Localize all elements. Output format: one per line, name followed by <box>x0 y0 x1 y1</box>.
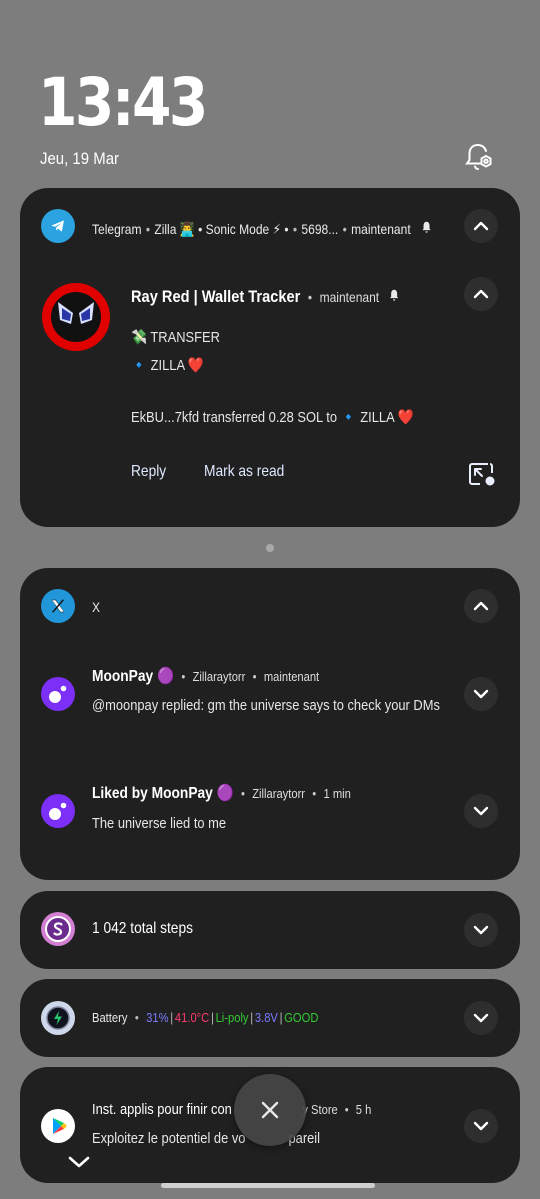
title-start: Inst. applis pour finir con <box>92 1101 232 1118</box>
battery-app-icon <box>41 1001 75 1035</box>
account-name: Zillaraytorr <box>252 786 306 801</box>
chat-extra: 5698... <box>301 221 339 237</box>
body-start: Exploitez le potentiel de vo <box>92 1130 246 1147</box>
clock: 13:43 <box>38 64 208 141</box>
notification-settings-icon[interactable] <box>462 140 496 174</box>
moonpay-icon <box>41 677 75 711</box>
notification-title-text: Liked by MoonPay 🟣 <box>92 785 234 802</box>
collapse-button[interactable] <box>464 209 498 243</box>
expand-button[interactable] <box>464 677 498 711</box>
steps-text: 1 042 total steps <box>92 920 193 937</box>
chat-name: Zilla 👨‍💻 • Sonic Mode ⚡ • <box>154 221 289 237</box>
sender-line: Ray Red | Wallet Tracker • maintenant <box>131 287 400 307</box>
steps-app-icon <box>41 912 75 946</box>
notification-title-text: MoonPay 🟣 <box>92 668 175 685</box>
separator: | <box>279 1010 283 1025</box>
message-line-1: 💸 TRANSFER <box>131 329 220 346</box>
sender-time: maintenant <box>319 289 380 305</box>
time: maintenant <box>263 669 320 684</box>
message-line-3: EkBU...7kfd transferred 0.28 SOL to 🔹 ZI… <box>131 409 414 426</box>
chevron-down-icon <box>473 689 489 699</box>
home-indicator[interactable] <box>161 1183 375 1188</box>
moonpay-icon <box>41 794 75 828</box>
mark-as-read-button[interactable]: Mark as read <box>204 463 284 481</box>
date: Jeu, 19 Mar <box>40 149 119 168</box>
chevron-up-icon <box>473 289 489 299</box>
notification-title: Inst. applis pour finir con y Store • 5 h <box>92 1101 372 1118</box>
separator: | <box>170 1010 174 1025</box>
battery-notification-card[interactable]: Battery • 31% | 41.0°C | Li-poly | 3.8V | GOOD <box>20 979 520 1057</box>
notification-body: @moonpay replied: gm the universe says t… <box>92 697 440 714</box>
chevron-down-icon[interactable] <box>66 1151 92 1173</box>
time: 1 min <box>323 786 351 801</box>
reply-button[interactable]: Reply <box>131 463 166 481</box>
chevron-down-icon <box>473 806 489 816</box>
open-in-window-icon[interactable] <box>468 461 496 487</box>
telegram-header: Telegram • Zilla 👨‍💻 • Sonic Mode ⚡ • • 5698… <box>92 220 433 238</box>
chevron-up-icon <box>473 221 489 231</box>
battery-health: GOOD <box>284 1010 319 1025</box>
title-end: y Store <box>302 1102 338 1117</box>
battery-percent: 31% <box>146 1010 169 1025</box>
bell-icon <box>421 221 433 237</box>
expand-button[interactable] <box>464 794 498 828</box>
account-name: Zillaraytorr <box>192 669 246 684</box>
battery-voltage: 3.8V <box>254 1010 278 1025</box>
expand-button[interactable] <box>464 913 498 947</box>
notification-title: MoonPay 🟣 • Zillaraytorr • maintenant <box>92 668 320 685</box>
steps-notification-card[interactable]: 1 042 total steps <box>20 891 520 969</box>
notification-body: The universe lied to me <box>92 815 227 832</box>
time: 5 h <box>355 1102 372 1117</box>
separator: | <box>210 1010 214 1025</box>
notification-title: Liked by MoonPay 🟣 • Zillaraytorr • 1 mi… <box>92 785 351 802</box>
collapse-message-button[interactable] <box>464 277 498 311</box>
app-name: X <box>92 599 101 615</box>
telegram-icon <box>41 209 75 243</box>
chevron-down-icon <box>473 1121 489 1131</box>
battery-temperature: 41.0°C <box>174 1010 210 1025</box>
x-app-icon <box>41 589 75 623</box>
battery-status-line: Battery • 31% | 41.0°C | Li-poly | 3.8V | GOOD <box>92 1010 319 1025</box>
expand-button[interactable] <box>464 1109 498 1143</box>
telegram-notification-card[interactable]: Telegram • Zilla 👨‍💻 • Sonic Mode ⚡ • • 5698… <box>20 188 520 527</box>
expand-button[interactable] <box>464 1001 498 1035</box>
clear-all-button[interactable] <box>234 1074 306 1146</box>
chevron-down-icon <box>473 925 489 935</box>
close-icon <box>261 1101 279 1119</box>
chevron-up-icon <box>473 601 489 611</box>
chevron-down-icon <box>473 1013 489 1023</box>
avatar <box>42 283 110 351</box>
separator: | <box>250 1010 254 1025</box>
battery-type: Li-poly <box>215 1010 249 1025</box>
time: maintenant <box>351 221 411 237</box>
app-name: Telegram <box>92 221 142 237</box>
collapse-button[interactable] <box>464 589 498 623</box>
sender-name: Ray Red | Wallet Tracker <box>131 287 301 306</box>
app-name: Battery <box>92 1010 128 1025</box>
message-line-2: 🔹 ZILLA ❤️ <box>131 357 205 374</box>
page-indicator-dot <box>266 544 274 552</box>
x-notification-card[interactable]: X MoonPay 🟣 • Zillaraytorr • maintenant … <box>20 568 520 880</box>
bell-icon <box>388 287 400 306</box>
play-store-icon <box>41 1109 75 1143</box>
